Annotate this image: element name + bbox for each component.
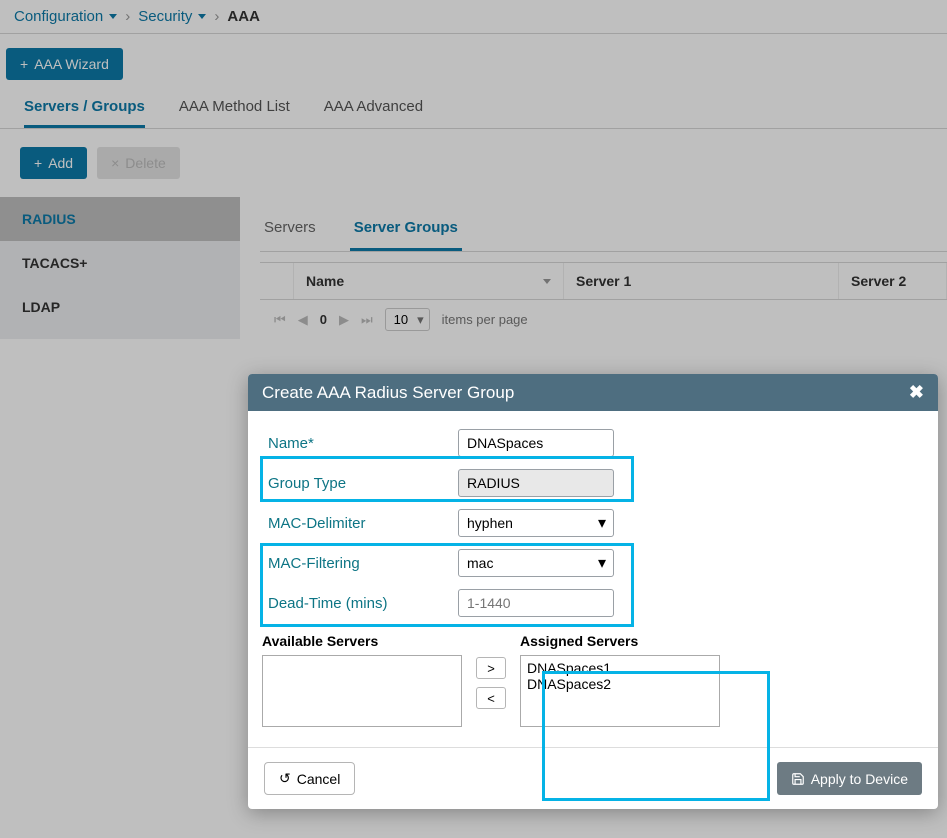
available-servers-label: Available Servers: [262, 633, 462, 649]
assigned-servers-list[interactable]: DNASpaces1 DNASpaces2: [520, 655, 720, 727]
assigned-servers-label: Assigned Servers: [520, 633, 720, 649]
mac-filtering-label: MAC-Filtering: [262, 555, 458, 572]
list-item[interactable]: DNASpaces2: [527, 676, 713, 692]
row-group-type: Group Type: [262, 463, 924, 503]
button-label: Cancel: [297, 771, 341, 787]
modal-title: Create AAA Radius Server Group: [262, 383, 514, 403]
create-server-group-modal: Create AAA Radius Server Group ✖ Name* G…: [248, 374, 938, 809]
undo-icon: ↺: [279, 770, 291, 787]
mac-delimiter-label: MAC-Delimiter: [262, 515, 458, 532]
modal-body: Name* Group Type MAC-Delimiter hyphen ▾ …: [248, 411, 938, 747]
name-label: Name*: [262, 435, 458, 452]
cancel-button[interactable]: ↺ Cancel: [264, 762, 355, 795]
mac-filtering-select[interactable]: mac: [458, 549, 614, 577]
row-name: Name*: [262, 423, 924, 463]
available-servers-list[interactable]: [262, 655, 462, 727]
row-mac-filtering: MAC-Filtering mac ▾: [262, 543, 924, 583]
move-left-button[interactable]: <: [476, 687, 506, 709]
list-item[interactable]: DNASpaces1: [527, 660, 713, 676]
group-type-input: [458, 469, 614, 497]
group-type-label: Group Type: [262, 475, 458, 492]
move-buttons: > <: [476, 633, 506, 727]
modal-footer: ↺ Cancel Apply to Device: [248, 747, 938, 809]
close-icon[interactable]: ✖: [909, 382, 924, 403]
move-right-button[interactable]: >: [476, 657, 506, 679]
available-servers-col: Available Servers: [262, 633, 462, 727]
button-label: Apply to Device: [811, 771, 908, 787]
mac-delimiter-select[interactable]: hyphen: [458, 509, 614, 537]
assigned-servers-col: Assigned Servers DNASpaces1 DNASpaces2: [520, 633, 720, 727]
apply-button[interactable]: Apply to Device: [777, 762, 922, 795]
server-lists: Available Servers > < Assigned Servers D…: [262, 633, 924, 727]
name-input[interactable]: [458, 429, 614, 457]
row-mac-delimiter: MAC-Delimiter hyphen ▾: [262, 503, 924, 543]
modal-header: Create AAA Radius Server Group ✖: [248, 374, 938, 411]
row-dead-time: Dead-Time (mins): [262, 583, 924, 623]
save-icon: [791, 772, 805, 786]
dead-time-input[interactable]: [458, 589, 614, 617]
dead-time-label: Dead-Time (mins): [262, 595, 458, 612]
